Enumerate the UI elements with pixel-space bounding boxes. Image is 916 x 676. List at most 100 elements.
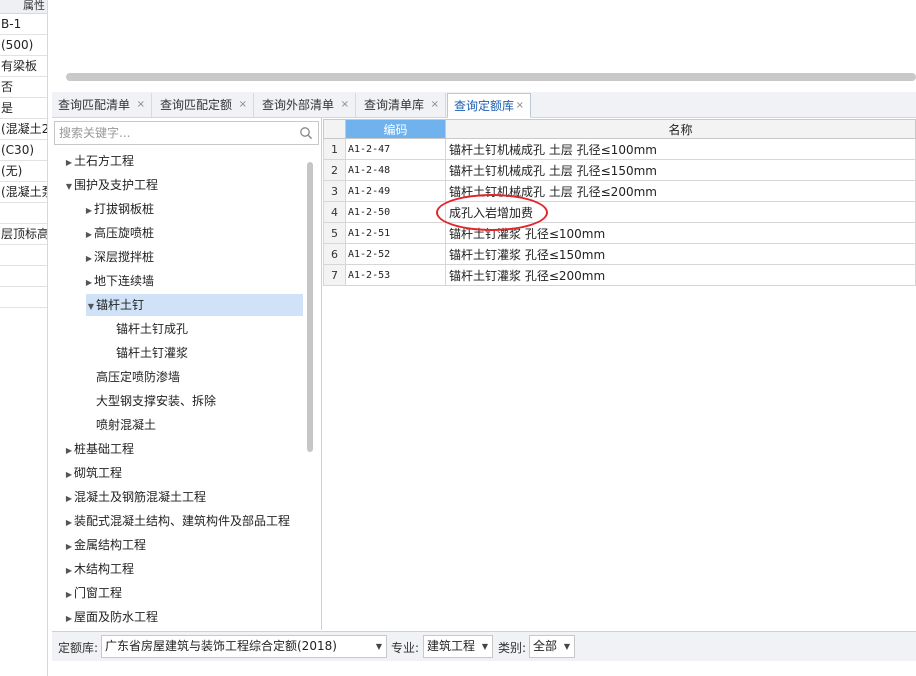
category-select[interactable]: 全部 ▼ [529, 635, 575, 658]
quota-code-cell[interactable]: A1-2-53 [345, 264, 446, 286]
dropdown-arrow-icon: ▼ [563, 642, 570, 651]
close-icon[interactable]: × [516, 94, 524, 118]
property-value[interactable]: (C30) [0, 140, 47, 161]
property-value[interactable]: B-1 [0, 14, 47, 35]
tree-node-jet-grout-pile[interactable]: ▶ 高压旋喷桩 [84, 222, 154, 244]
expand-arrow-icon[interactable]: ▶ [64, 536, 74, 558]
tree-node-timber-structure[interactable]: ▶ 木结构工程 [64, 558, 134, 580]
expand-arrow-icon[interactable]: ▶ [84, 272, 94, 294]
tab-query-bill-library[interactable]: 查询清单库 × [358, 93, 446, 117]
specialty-select[interactable]: 建筑工程 ▼ [423, 635, 493, 658]
table-row[interactable]: 5 A1-2-51 锚杆土钉灌浆 孔径≤100mm [323, 222, 916, 244]
row-number: 5 [323, 222, 346, 244]
tree-node-doors-windows[interactable]: ▶ 门窗工程 [64, 582, 122, 604]
property-value[interactable] [0, 266, 47, 287]
property-value[interactable] [0, 245, 47, 266]
tree-node-diaphragm-wall[interactable]: ▶ 地下连续墙 [84, 270, 154, 292]
quota-table: 编码 名称 1 A1-2-47 锚杆土钉机械成孔 土层 孔径≤100mm 2 A… [323, 119, 916, 286]
tab-query-external-bill[interactable]: 查询外部清单 × [256, 93, 356, 117]
tree-node-label: 锚杆土钉灌浆 [116, 346, 189, 360]
tree-node-label: 土石方工程 [74, 154, 135, 168]
property-value[interactable]: (混凝土20 [0, 119, 47, 140]
tree-node-metal-structure[interactable]: ▶ 金属结构工程 [64, 534, 146, 556]
expand-arrow-icon[interactable]: ▶ [84, 248, 94, 270]
search-input[interactable] [55, 122, 290, 144]
quota-code-cell[interactable]: A1-2-50 [345, 201, 446, 223]
tree-node-label: 地下连续墙 [94, 274, 155, 288]
table-row[interactable]: 1 A1-2-47 锚杆土钉机械成孔 土层 孔径≤100mm [323, 138, 916, 160]
close-icon[interactable]: × [431, 93, 439, 117]
quota-name-cell[interactable]: 成孔入岩增加费 [445, 201, 916, 223]
quota-name-cell[interactable]: 锚杆土钉机械成孔 土层 孔径≤150mm [445, 159, 916, 181]
tree-node-pile-foundation[interactable]: ▶ 桩基础工程 [64, 438, 134, 460]
expand-arrow-icon[interactable]: ▶ [64, 608, 74, 630]
tab-query-matched-bill[interactable]: 查询匹配清单 × [52, 93, 152, 117]
expand-arrow-icon[interactable]: ▶ [64, 440, 74, 462]
property-value[interactable]: 层顶标高 [0, 224, 47, 245]
expand-arrow-icon[interactable]: ▶ [64, 512, 74, 534]
expand-arrow-icon[interactable]: ▶ [64, 584, 74, 606]
column-header-name[interactable]: 名称 [445, 119, 916, 139]
quota-name-cell[interactable]: 锚杆土钉灌浆 孔径≤200mm [445, 264, 916, 286]
tree-node-concrete[interactable]: ▶ 混凝土及钢筋混凝土工程 [64, 486, 206, 508]
table-row[interactable]: 7 A1-2-53 锚杆土钉灌浆 孔径≤200mm [323, 264, 916, 286]
expand-arrow-icon[interactable]: ▶ [84, 200, 94, 222]
column-header-code[interactable]: 编码 [345, 119, 446, 139]
tree-node-earthwork[interactable]: ▶ 土石方工程 [64, 150, 134, 172]
horizontal-scrollbar[interactable] [66, 73, 916, 81]
quota-name-cell[interactable]: 锚杆土钉机械成孔 土层 孔径≤200mm [445, 180, 916, 202]
category-value: 全部 [533, 639, 558, 653]
tree-node-prefab-concrete[interactable]: ▶ 装配式混凝土结构、建筑构件及部品工程 [64, 510, 290, 532]
row-number: 3 [323, 180, 346, 202]
expand-arrow-icon[interactable]: ▶ [64, 488, 74, 510]
tree-node-deep-mixing-pile[interactable]: ▶ 深层搅拌桩 [84, 246, 154, 268]
expand-arrow-icon[interactable]: ▶ [64, 560, 74, 582]
expand-arrow-icon[interactable]: ▶ [64, 152, 74, 174]
tree-node-roofing-waterproof[interactable]: ▶ 屋面及防水工程 [64, 606, 158, 628]
quota-code-cell[interactable]: A1-2-51 [345, 222, 446, 244]
quota-name-cell[interactable]: 锚杆土钉机械成孔 土层 孔径≤100mm [445, 138, 916, 160]
property-value[interactable]: (500) [0, 35, 47, 56]
table-row[interactable]: 4 A1-2-50 成孔入岩增加费 [323, 201, 916, 223]
tab-query-matched-quota[interactable]: 查询匹配定额 × [154, 93, 254, 117]
property-value[interactable]: (混凝土泵 [0, 182, 47, 203]
quota-code-cell[interactable]: A1-2-52 [345, 243, 446, 265]
property-value[interactable]: (无) [0, 161, 47, 182]
tree-node-masonry[interactable]: ▶ 砌筑工程 [64, 462, 122, 484]
tree-node-steel-strut[interactable]: 大型钢支撑安装、拆除 [96, 390, 216, 412]
search-icon[interactable] [299, 126, 313, 140]
collapse-arrow-icon[interactable]: ▼ [86, 296, 96, 318]
table-row[interactable]: 3 A1-2-49 锚杆土钉机械成孔 土层 孔径≤200mm [323, 180, 916, 202]
tree-node-anchor-soil-nail[interactable]: ▼ 锚杆土钉 [86, 294, 303, 316]
quota-name-cell[interactable]: 锚杆土钉灌浆 孔径≤100mm [445, 222, 916, 244]
tree-node-cutoff-wall[interactable]: 高压定喷防渗墙 [96, 366, 180, 388]
dropdown-arrow-icon: ▼ [375, 642, 382, 651]
property-value[interactable]: 有梁板 [0, 56, 47, 77]
table-header-row: 编码 名称 [323, 119, 916, 139]
quota-library-select[interactable]: 广东省房屋建筑与装饰工程综合定额(2018) ▼ [101, 635, 387, 658]
expand-arrow-icon[interactable]: ▶ [84, 224, 94, 246]
property-value[interactable] [0, 287, 47, 308]
close-icon[interactable]: × [341, 93, 349, 117]
tree-node-retaining-support[interactable]: ▼ 围护及支护工程 [64, 174, 158, 196]
tree-node-sheet-pile[interactable]: ▶ 打拔钢板桩 [84, 198, 154, 220]
collapse-arrow-icon[interactable]: ▼ [64, 176, 74, 198]
tree-node-soil-nail-drilling[interactable]: 锚杆土钉成孔 [116, 318, 188, 340]
tree-scrollbar[interactable] [307, 162, 313, 452]
table-row[interactable]: 6 A1-2-52 锚杆土钉灌浆 孔径≤150mm [323, 243, 916, 265]
property-value[interactable] [0, 203, 47, 224]
tab-query-quota-library[interactable]: 查询定额库 × [447, 93, 531, 118]
quota-code-cell[interactable]: A1-2-47 [345, 138, 446, 160]
close-icon[interactable]: × [239, 93, 247, 117]
expand-arrow-icon[interactable]: ▶ [64, 464, 74, 486]
quota-name-cell[interactable]: 锚杆土钉灌浆 孔径≤150mm [445, 243, 916, 265]
quota-code-cell[interactable]: A1-2-49 [345, 180, 446, 202]
tree-node-shotcrete[interactable]: 喷射混凝土 [96, 414, 156, 436]
property-value[interactable]: 是 [0, 98, 47, 119]
tree-node-label: 深层搅拌桩 [94, 250, 155, 264]
table-row[interactable]: 2 A1-2-48 锚杆土钉机械成孔 土层 孔径≤150mm [323, 159, 916, 181]
close-icon[interactable]: × [137, 93, 145, 117]
tree-node-soil-nail-grouting[interactable]: 锚杆土钉灌浆 [116, 342, 188, 364]
property-value[interactable]: 否 [0, 77, 47, 98]
quota-code-cell[interactable]: A1-2-48 [345, 159, 446, 181]
